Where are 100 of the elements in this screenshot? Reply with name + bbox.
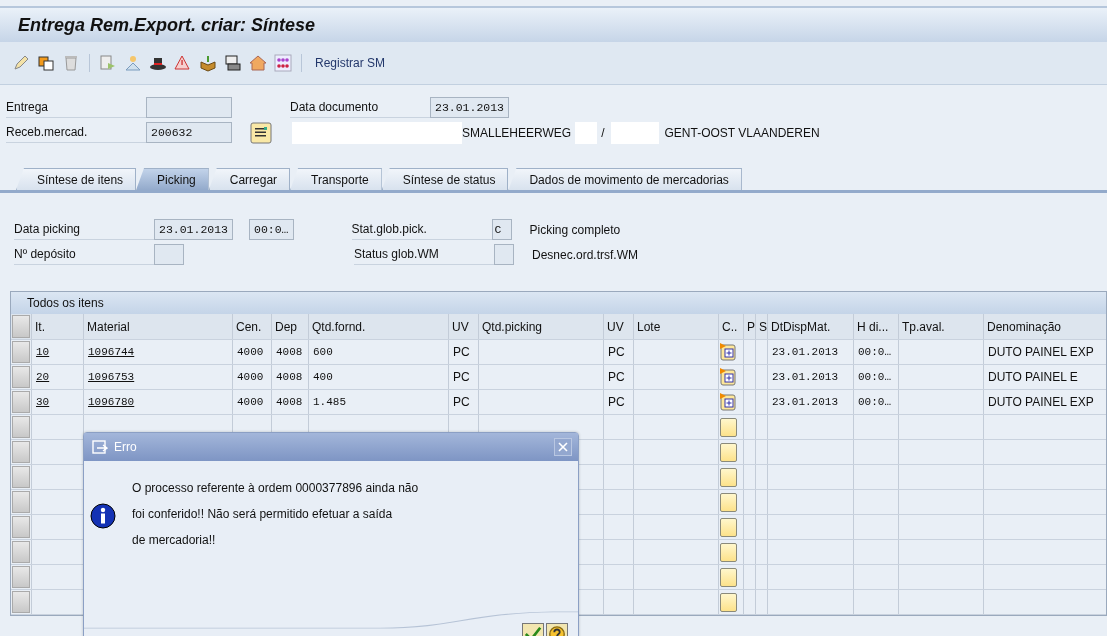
table-cell: 4008 bbox=[271, 365, 308, 389]
column-header[interactable]: Qtd.fornd. bbox=[308, 314, 448, 339]
row-selector[interactable] bbox=[12, 491, 30, 513]
empty-button[interactable] bbox=[720, 442, 737, 462]
row-selector[interactable] bbox=[12, 441, 30, 463]
table-cell: DUTO PAINEL EXP bbox=[983, 390, 1106, 414]
empty-button[interactable] bbox=[720, 467, 737, 487]
row-selector[interactable] bbox=[12, 516, 30, 538]
table-cell: 4008 bbox=[271, 340, 308, 364]
tab[interactable]: Transporte bbox=[290, 168, 382, 190]
document-icon[interactable] bbox=[99, 54, 117, 72]
column-header[interactable]: Qtd.picking bbox=[478, 314, 603, 339]
row-selector[interactable] bbox=[12, 566, 30, 588]
column-header[interactable]: Lote bbox=[633, 314, 718, 339]
empty-button[interactable] bbox=[720, 567, 737, 587]
table-cell: 23.01.2013 bbox=[767, 340, 853, 364]
empty-button[interactable] bbox=[720, 542, 737, 562]
row-selector[interactable] bbox=[12, 466, 30, 488]
column-header[interactable]: Denominação bbox=[983, 314, 1106, 339]
tab[interactable]: Síntese de status bbox=[381, 168, 509, 190]
table-cell: DUTO PAINEL E bbox=[983, 365, 1106, 389]
material-link[interactable]: 1096744 bbox=[88, 346, 135, 358]
empty-button[interactable] bbox=[720, 492, 737, 512]
column-header[interactable]: S bbox=[755, 314, 767, 339]
column-header[interactable]: Cen. bbox=[232, 314, 271, 339]
table-title: Todos os itens bbox=[27, 296, 104, 310]
row-selector[interactable] bbox=[12, 366, 30, 388]
table-cell: 4000 bbox=[232, 390, 271, 414]
row-selector[interactable] bbox=[12, 591, 30, 613]
flag-plus-icon[interactable] bbox=[720, 368, 736, 386]
date-field[interactable]: 23.01.2013 bbox=[154, 219, 233, 240]
item-link[interactable]: 20 bbox=[36, 371, 50, 383]
row-selector[interactable] bbox=[12, 341, 30, 363]
column-header[interactable]: Material bbox=[83, 314, 232, 339]
row-selector[interactable] bbox=[12, 541, 30, 563]
registrar-sm-button[interactable]: Registrar SM bbox=[311, 54, 389, 72]
table-cell: PC bbox=[448, 365, 478, 389]
box-icon[interactable] bbox=[199, 54, 217, 72]
empty-button[interactable] bbox=[720, 517, 737, 537]
table-cell: 4000 bbox=[232, 365, 271, 389]
recipient-field[interactable]: 200632 bbox=[146, 122, 232, 143]
item-link[interactable]: 10 bbox=[36, 346, 50, 358]
empty-button[interactable] bbox=[720, 417, 737, 437]
empty-button[interactable] bbox=[720, 592, 737, 612]
address-icon[interactable] bbox=[250, 121, 272, 144]
column-header[interactable]: P bbox=[743, 314, 755, 339]
column-header[interactable]: UV bbox=[603, 314, 633, 339]
select-all-button[interactable] bbox=[12, 315, 30, 338]
status-field[interactable] bbox=[494, 244, 514, 265]
material-link[interactable]: 1096753 bbox=[88, 371, 135, 383]
column-header[interactable]: Dep bbox=[271, 314, 308, 339]
delivery-field[interactable] bbox=[146, 97, 232, 118]
person-icon[interactable] bbox=[124, 54, 142, 72]
tab[interactable]: Picking bbox=[136, 168, 209, 190]
grid-icon[interactable] bbox=[274, 54, 292, 72]
table-cell: 00:0… bbox=[853, 390, 898, 414]
flag-plus-icon[interactable] bbox=[720, 343, 736, 361]
column-header[interactable]: C.. bbox=[718, 314, 743, 339]
table-cell: PC bbox=[603, 390, 633, 414]
dialog-title: Erro bbox=[114, 440, 137, 454]
table-cell: 4008 bbox=[271, 390, 308, 414]
row-selector[interactable] bbox=[12, 416, 30, 438]
table-cell: 23.01.2013 bbox=[767, 365, 853, 389]
warehouse-field[interactable] bbox=[154, 244, 184, 265]
item-link[interactable]: 30 bbox=[36, 396, 50, 408]
column-header[interactable]: H di... bbox=[853, 314, 898, 339]
column-header[interactable]: UV bbox=[448, 314, 478, 339]
trash-icon[interactable] bbox=[62, 54, 80, 72]
tab[interactable]: Carregar bbox=[208, 168, 291, 190]
flag-plus-icon[interactable] bbox=[720, 393, 736, 411]
pencil-icon[interactable] bbox=[12, 54, 30, 72]
time-field[interactable]: 00:0… bbox=[249, 219, 294, 240]
house-icon[interactable] bbox=[249, 54, 267, 72]
table-cell: 4000 bbox=[232, 340, 271, 364]
machine-icon[interactable] bbox=[224, 54, 242, 72]
status-text: Desnec.ord.trsf.WM bbox=[532, 247, 639, 262]
table-cell: 00:0… bbox=[853, 340, 898, 364]
copy-icon[interactable] bbox=[37, 54, 55, 72]
close-button[interactable] bbox=[554, 438, 572, 456]
table-cell: 00:0… bbox=[853, 365, 898, 389]
column-header[interactable]: Tp.aval. bbox=[898, 314, 983, 339]
row-selector[interactable] bbox=[12, 391, 30, 413]
tab[interactable]: Síntese de itens bbox=[16, 168, 137, 190]
date-field[interactable]: 23.01.2013 bbox=[430, 97, 509, 118]
table-cell: 23.01.2013 bbox=[767, 390, 853, 414]
status-text: Picking completo bbox=[529, 222, 621, 237]
table-cell: PC bbox=[603, 365, 633, 389]
column-header[interactable]: DtDispMat. bbox=[767, 314, 853, 339]
table-cell: 1.485 bbox=[308, 390, 448, 414]
column-header[interactable]: It. bbox=[31, 314, 83, 339]
error-message: O processo referente à ordem 0000377896 ainda não foi conferido!! Não será permitido efetuar a saída de mercadoria!! bbox=[132, 480, 419, 549]
table-cell: PC bbox=[448, 390, 478, 414]
tab[interactable]: Dados de movimento de mercadorias bbox=[508, 168, 742, 190]
address-text: SMALLEHEERWEG bbox=[462, 125, 572, 140]
warning-icon[interactable] bbox=[174, 54, 192, 72]
address-text: GENT-OOST VLAANDEREN bbox=[664, 125, 820, 140]
table-cell: DUTO PAINEL EXP bbox=[983, 340, 1106, 364]
material-link[interactable]: 1096780 bbox=[88, 396, 135, 408]
field-label: Stat.glob.pick. bbox=[351, 219, 492, 240]
status-field[interactable]: C bbox=[491, 219, 512, 240]
